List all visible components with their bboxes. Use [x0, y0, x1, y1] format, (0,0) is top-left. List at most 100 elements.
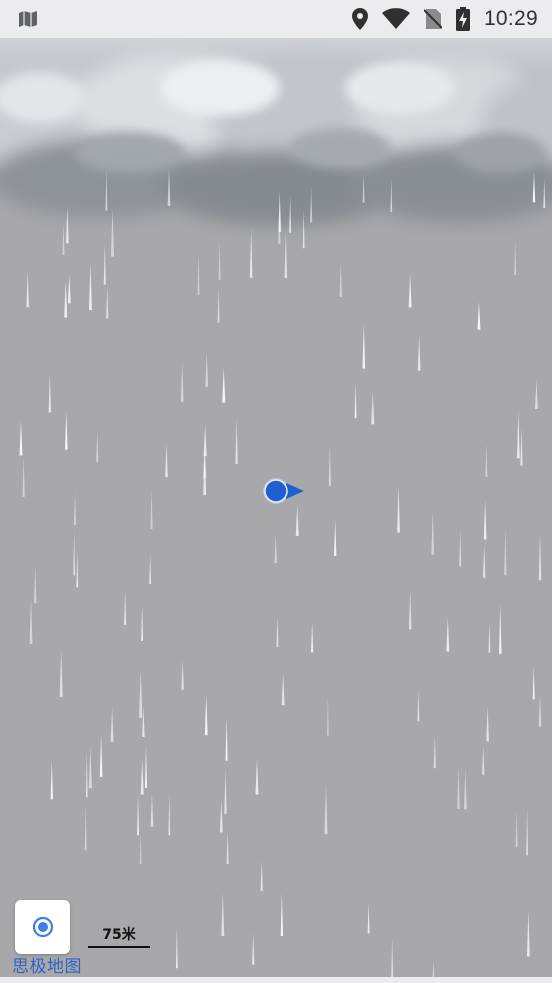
rain-drop [67, 274, 71, 304]
rain-drop [327, 696, 329, 736]
rain-drop [280, 893, 284, 937]
rain-drop [22, 455, 25, 497]
rain-drop [463, 768, 467, 810]
rain-drop [432, 961, 435, 977]
rain-drop [217, 286, 220, 323]
rain-drop [140, 759, 144, 795]
rain-drop [526, 806, 529, 856]
rain-drop [105, 168, 108, 211]
rain-drop [532, 172, 536, 203]
rain-drop [76, 550, 79, 588]
rain-drop [281, 674, 285, 706]
rain-drop [289, 196, 292, 233]
rain-drop [235, 417, 238, 464]
rain-drop [526, 909, 530, 957]
no-sim-icon [423, 9, 442, 29]
current-location-marker[interactable] [262, 476, 308, 506]
rain-drop [284, 230, 288, 279]
rain-drop [88, 263, 92, 311]
rain-drop [311, 621, 314, 653]
map-scale-bar: 75米 [88, 924, 150, 950]
rain-drop [88, 747, 92, 789]
rain-drop [137, 792, 140, 836]
rain-drop [226, 832, 229, 865]
rain-drop [64, 281, 68, 318]
rain-drop [324, 784, 328, 835]
rain-drop [482, 745, 485, 775]
battery-charging-icon [455, 7, 470, 31]
rain-drop [149, 554, 152, 584]
rain-drop [362, 174, 365, 203]
rain-drop [397, 485, 400, 533]
rain-drop [66, 206, 69, 244]
rain-drop [221, 892, 225, 936]
rain-drop [110, 707, 114, 742]
rain-drop [517, 410, 520, 459]
rain-drops-overlay [19, 168, 546, 977]
rain-drop [431, 511, 435, 555]
rain-drop [417, 690, 420, 722]
rain-drop [249, 228, 253, 278]
rain-drop [203, 424, 207, 457]
rain-drop [371, 392, 375, 425]
rain-drop [477, 301, 481, 330]
rain-drop [354, 382, 357, 419]
rain-drop [124, 590, 126, 626]
map-view[interactable]: 75米 思极地图 [0, 38, 552, 977]
location-pin-icon [351, 8, 368, 30]
wifi-icon [381, 8, 410, 29]
rain-drop [150, 489, 153, 529]
rain-drop [310, 187, 313, 223]
rain-drop [260, 860, 263, 891]
rain-drop [543, 179, 546, 208]
rain-drop [433, 734, 437, 769]
rain-drop [99, 733, 103, 778]
rain-drop [73, 530, 76, 576]
rain-drop [408, 273, 412, 308]
rain-drop [459, 528, 462, 567]
rain-drop [96, 431, 99, 462]
rain-drop [520, 427, 523, 466]
rain-drop [197, 251, 200, 295]
rain-drop [167, 168, 171, 206]
rain-drop [65, 412, 68, 450]
rain-drop [485, 443, 488, 478]
bottom-navigation-strip [0, 977, 552, 983]
rain-drop [329, 444, 331, 486]
rain-drop [417, 335, 421, 371]
scale-line [88, 946, 150, 948]
rain-drop [205, 352, 209, 387]
rain-drop [150, 793, 154, 827]
rain-drop [457, 765, 460, 809]
rain-drop [48, 373, 52, 413]
rain-drop [165, 444, 168, 478]
map-icon [19, 11, 37, 27]
rain-drop [255, 759, 259, 795]
my-location-icon [32, 916, 53, 938]
rain-drop [26, 271, 29, 308]
rain-drop [103, 243, 106, 285]
rain-drop [50, 761, 54, 800]
rain-drop [362, 323, 366, 369]
rain-drop [29, 597, 33, 644]
rain-drop [274, 534, 278, 563]
rain-drop [110, 208, 115, 257]
status-icons: 10:29 [351, 6, 538, 32]
rain-drop [225, 716, 228, 761]
rain-drop [19, 420, 23, 456]
rain-drop [73, 491, 77, 525]
rain-drop [390, 178, 393, 213]
rain-drop [204, 694, 208, 736]
rain-drop [276, 616, 279, 648]
rain-drop [339, 263, 342, 297]
rain-drop [408, 589, 412, 630]
rain-drop [278, 191, 282, 232]
rain-drop [538, 695, 542, 727]
rain-drop [252, 932, 255, 965]
status-time: 10:29 [483, 7, 538, 30]
rain-drop [142, 705, 145, 738]
rain-drop [144, 745, 148, 788]
rain-drop [218, 240, 221, 280]
rain-drop [175, 927, 178, 969]
my-location-button[interactable] [15, 900, 70, 954]
